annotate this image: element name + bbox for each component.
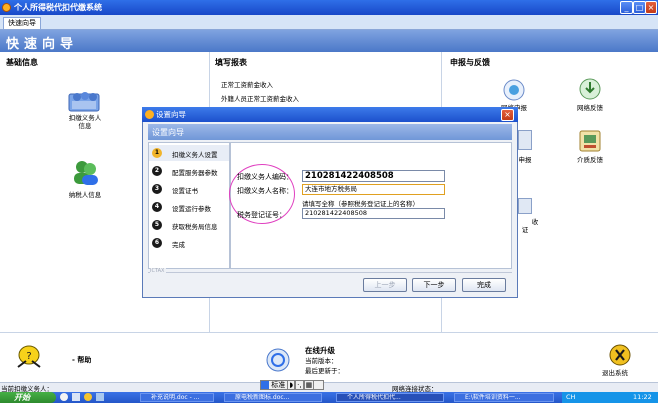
section-title-basic: 基础信息	[6, 58, 38, 67]
taskbar-item[interactable]: 原电税新图标.doc...	[224, 393, 322, 402]
current-version-label: 当前版本：	[305, 357, 338, 365]
language-indicator[interactable]: CH	[566, 393, 575, 401]
report-item-normal-salary[interactable]: 正常工资薪金收入	[221, 79, 273, 89]
prev-button[interactable]: 上一步	[363, 278, 407, 292]
step-number: 5	[152, 220, 162, 230]
footer-divider	[148, 272, 512, 273]
step-number: 1	[152, 148, 162, 158]
window-title: 个人所得税代扣代缴系统	[14, 3, 102, 12]
step-label: 扣缴义务人设置	[172, 151, 218, 159]
section-title-declare: 申报与反馈	[450, 58, 490, 67]
tab-quick-guide[interactable]: 快速向导	[3, 17, 41, 29]
agent-code-label: 扣缴义务人编码：	[237, 173, 293, 181]
media-feedback-label[interactable]: 介质反馈	[568, 154, 612, 164]
tax-reg-label: 税务登记证号：	[237, 211, 286, 219]
start-label: 开始	[14, 393, 30, 402]
ime-toolbar[interactable]: 标准 ◗ ·, ▦	[260, 380, 324, 390]
keyboard-icon[interactable]: ▦	[303, 380, 315, 390]
taxpayer-info-label[interactable]: 纳税人信息	[58, 189, 112, 199]
dialog-title: 设置向导	[156, 110, 186, 119]
wizard-steps-list: 1 扣缴义务人设置 2 配置服务器参数 3 设置证书 4 设置运行参数 5 获取…	[148, 142, 230, 269]
step-number: 2	[152, 166, 162, 176]
help-icon[interactable]: ?	[14, 345, 44, 369]
dialog-heading: 设置向导	[152, 128, 184, 137]
network-declare-icon[interactable]	[502, 79, 526, 101]
taskbar-item[interactable]: E:\软件培训资料一...	[454, 393, 554, 402]
wizard-step-3[interactable]: 3 设置证书	[149, 181, 229, 197]
next-button[interactable]: 下一步	[412, 278, 456, 292]
tab-strip	[0, 15, 658, 30]
users-icon[interactable]	[72, 160, 100, 186]
collect-icon[interactable]	[518, 198, 532, 214]
declare-icon[interactable]	[518, 130, 532, 150]
network-feedback-icon[interactable]	[578, 77, 602, 101]
finish-button[interactable]: 完成	[462, 278, 506, 292]
dialog-close-button[interactable]: ×	[501, 109, 514, 121]
title-bar: 个人所得税代扣代缴系统	[0, 0, 658, 15]
agent-name-label: 扣缴义务人名称：	[237, 187, 293, 195]
ime-mode-label: 标准	[271, 381, 286, 389]
help-link[interactable]: - 帮助	[72, 355, 91, 365]
start-button[interactable]: 开始	[0, 392, 56, 403]
report-item-foreign-salary[interactable]: 外籍人员正常工资薪金收入	[221, 93, 299, 103]
clock: 11:22	[633, 393, 652, 401]
taskbar-item-active[interactable]: 个人所得税代扣代...	[336, 393, 444, 402]
close-button[interactable]: ×	[645, 1, 657, 14]
media-feedback-icon[interactable]	[578, 129, 602, 153]
help-label: 帮助	[77, 356, 92, 364]
minimize-button[interactable]: _	[620, 1, 633, 14]
svg-text:?: ?	[26, 351, 31, 362]
taskbar-item[interactable]: 补充说明.doc - ...	[140, 393, 214, 402]
dialog-title-bar: 设置向导	[142, 107, 518, 122]
dialog-app-icon	[145, 110, 154, 119]
quicklaunch-ie-icon[interactable]	[60, 393, 68, 401]
upgrade-icon[interactable]	[262, 347, 294, 373]
app-icon	[2, 3, 11, 12]
wizard-step-5[interactable]: 5 获取税务局信息	[149, 217, 229, 233]
last-update-label: 最后更新于：	[305, 367, 344, 375]
agent-code-field[interactable]: 210281422408508	[302, 170, 445, 182]
ime-icon	[261, 381, 269, 389]
certificate-label[interactable]: 证	[518, 224, 532, 234]
network-feedback-label[interactable]: 网络反馈	[568, 102, 612, 112]
dialog-heading-bar: 设置向导	[148, 124, 512, 140]
wizard-step-1[interactable]: 1 扣缴义务人设置	[149, 145, 229, 161]
wizard-step-2[interactable]: 2 配置服务器参数	[149, 163, 229, 179]
page-header: 快速向导	[0, 30, 658, 52]
page-title: 快速向导	[6, 37, 79, 52]
exit-icon[interactable]	[608, 344, 632, 366]
tax-reg-field[interactable]: 210281422408508	[302, 208, 445, 219]
exit-label[interactable]: 退出系统	[602, 367, 628, 377]
quicklaunch-folder-icon[interactable]	[96, 393, 104, 401]
wizard-step-4[interactable]: 4 设置运行参数	[149, 199, 229, 215]
agent-name-field[interactable]: 大连市地方税务局	[302, 184, 445, 195]
quicklaunch-media-icon[interactable]	[84, 393, 92, 401]
quicklaunch-desktop-icon[interactable]	[72, 393, 80, 401]
basic-agent-info-label[interactable]: 扣缴义务人 信息	[60, 114, 110, 130]
wizard-step-6[interactable]: 6 完成	[149, 235, 229, 251]
step-number: 6	[152, 238, 162, 248]
step-label: 设置证书	[172, 187, 198, 195]
footer-brand: ICTAX	[150, 268, 167, 274]
punct-icon[interactable]: ·,	[295, 380, 304, 390]
step-label: 完成	[172, 241, 185, 249]
step-label: 配置服务器参数	[172, 169, 218, 177]
section-title-report: 填写报表	[215, 58, 247, 67]
step-number: 4	[152, 202, 162, 212]
step-label: 设置运行参数	[172, 205, 211, 213]
declare-label[interactable]: 申报	[518, 154, 532, 164]
step-label: 获取税务局信息	[172, 223, 218, 231]
step-number: 3	[152, 184, 162, 194]
agent-name-hint: 请填写全称（参照税务登记证上的名称）	[302, 200, 419, 208]
people-folder-icon[interactable]	[68, 88, 100, 112]
